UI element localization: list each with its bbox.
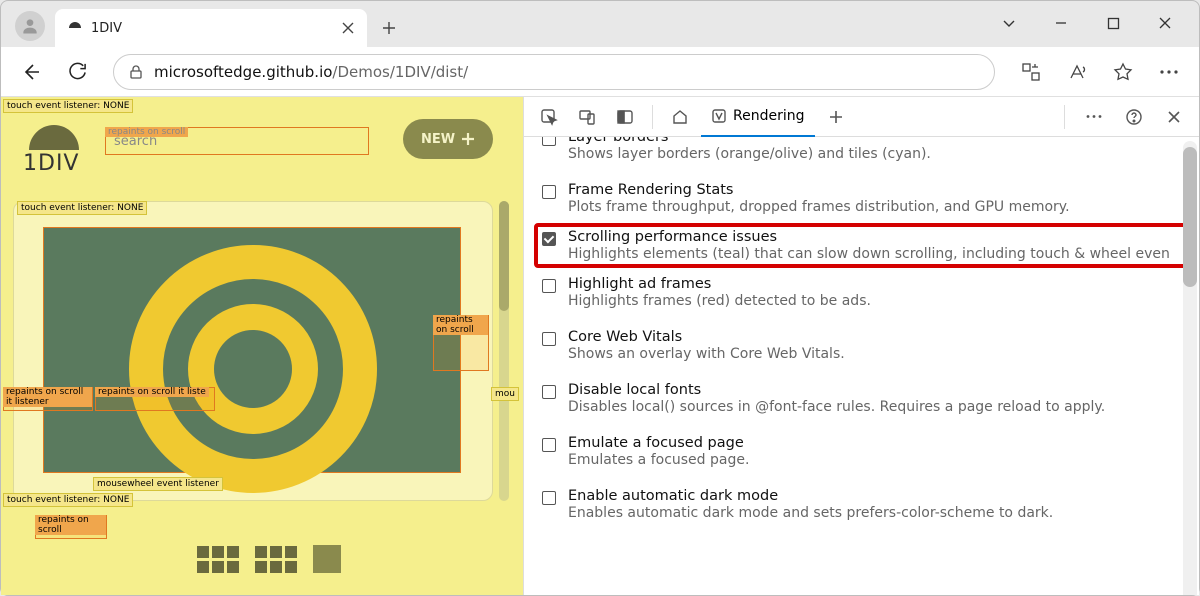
rendering-option: Core Web Vitals Shows an overlay with Co… — [538, 319, 1185, 372]
overlay-repaints: repaints on scroll — [35, 515, 106, 535]
rendering-option: Frame Rendering Stats Plots frame throug… — [538, 172, 1185, 225]
refresh-button[interactable] — [59, 54, 95, 90]
rendering-option: Layer borders Shows layer borders (orang… — [538, 137, 1185, 172]
browser-toolbar: microsoftedge.github.io/Demos/1DIV/dist/ — [1, 47, 1199, 97]
extensions-icon[interactable] — [1013, 54, 1049, 90]
rendering-option: Enable automatic dark mode Enables autom… — [538, 478, 1185, 531]
tab-rendering-label: Rendering — [733, 108, 805, 124]
option-checkbox[interactable] — [542, 385, 556, 399]
option-description: Shows layer borders (orange/olive) and t… — [568, 146, 931, 162]
option-title: Scrolling performance issues — [568, 229, 1170, 245]
profile-avatar[interactable] — [15, 11, 45, 41]
overlay-mou: mou — [491, 387, 519, 401]
rendering-option: Scrolling performance issues Highlights … — [534, 223, 1189, 268]
page-preview: touch event listener: NONE 1DIV search r… — [1, 97, 523, 595]
option-title: Emulate a focused page — [568, 435, 749, 451]
card-scrollbar[interactable] — [499, 201, 509, 501]
address-bar[interactable]: microsoftedge.github.io/Demos/1DIV/dist/ — [113, 54, 995, 90]
option-title: Disable local fonts — [568, 382, 1105, 398]
new-tab-button[interactable] — [373, 12, 405, 44]
url-text: microsoftedge.github.io/Demos/1DIV/dist/ — [154, 63, 468, 81]
overlay-box: repaints on scroll it liste — [95, 387, 215, 411]
overlay-repaints: repaints on scroll — [105, 127, 188, 137]
favorites-icon[interactable] — [1105, 54, 1141, 90]
overlay-box: repaints on scroll it listener — [3, 387, 93, 411]
option-checkbox[interactable] — [542, 332, 556, 346]
device-toggle-icon[interactable] — [570, 100, 604, 134]
option-checkbox[interactable] — [542, 279, 556, 293]
rings-graphic-icon — [129, 245, 377, 493]
tab-title: 1DIV — [91, 21, 333, 36]
option-checkbox[interactable] — [542, 491, 556, 505]
window-controls — [995, 9, 1199, 47]
option-title: Core Web Vitals — [568, 329, 845, 345]
option-checkbox[interactable] — [542, 232, 556, 246]
panel-toggle-icon[interactable] — [608, 100, 642, 134]
minimize-button[interactable] — [1047, 9, 1075, 37]
tab-favicon-icon — [67, 20, 83, 36]
bottom-toolbar — [31, 545, 341, 573]
browser-tab[interactable]: 1DIV — [55, 9, 367, 47]
add-tab-button[interactable] — [819, 100, 853, 134]
overlay-mousewheel: mousewheel event listener — [93, 477, 223, 491]
read-aloud-icon[interactable] — [1059, 54, 1095, 90]
grid-icon[interactable] — [197, 546, 239, 573]
logo-text: 1DIV — [23, 151, 79, 176]
new-button[interactable]: NEW — [403, 119, 493, 159]
more-icon[interactable] — [1077, 100, 1111, 134]
maximize-button[interactable] — [1099, 9, 1127, 37]
option-description: Emulates a focused page. — [568, 452, 749, 468]
caret-down-icon[interactable] — [995, 9, 1023, 37]
help-icon[interactable] — [1117, 100, 1151, 134]
overlay-repaints: repaints on scroll — [433, 315, 488, 335]
overlay-repaints: repaints on scroll it listener — [3, 387, 92, 407]
option-title: Frame Rendering Stats — [568, 182, 1070, 198]
rendering-option: Emulate a focused page Emulates a focuse… — [538, 425, 1185, 478]
option-checkbox[interactable] — [542, 137, 556, 146]
option-description: Highlights frames (red) detected to be a… — [568, 293, 871, 309]
rendering-option: Highlight ad frames Highlights frames (r… — [538, 266, 1185, 319]
close-button[interactable] — [1151, 9, 1179, 37]
option-checkbox[interactable] — [542, 185, 556, 199]
rendering-options-panel: Layer borders Shows layer borders (orang… — [524, 137, 1199, 595]
option-title: Enable automatic dark mode — [568, 488, 1053, 504]
menu-icon[interactable] — [1151, 54, 1187, 90]
inspect-icon[interactable] — [532, 100, 566, 134]
close-devtools-icon[interactable] — [1157, 100, 1191, 134]
lock-icon — [128, 64, 144, 80]
block-icon[interactable] — [313, 545, 341, 573]
rendering-icon — [711, 108, 727, 124]
logo-shape-icon — [29, 125, 79, 150]
overlay-repaints: repaints on scroll it liste — [95, 387, 209, 397]
overlay-box: repaints on scroll — [433, 315, 489, 371]
back-button[interactable] — [13, 54, 49, 90]
new-button-label: NEW — [421, 132, 455, 147]
option-description: Plots frame throughput, dropped frames d… — [568, 199, 1070, 215]
devtools-scrollbar[interactable] — [1183, 141, 1197, 595]
overlay-box: repaints on scroll — [35, 515, 107, 539]
welcome-tab-icon[interactable] — [663, 100, 697, 134]
grid-icon[interactable] — [255, 546, 297, 573]
option-description: Disables local() sources in @font-face r… — [568, 399, 1105, 415]
devtools-tabbar: Rendering — [524, 97, 1199, 137]
option-description: Highlights elements (teal) that can slow… — [568, 246, 1170, 262]
option-title: Layer borders — [568, 137, 931, 145]
tab-close-icon[interactable] — [341, 21, 355, 35]
overlay-touch-listener: touch event listener: NONE — [3, 99, 133, 113]
rendering-option: Disable local fonts Disables local() sou… — [538, 372, 1185, 425]
option-checkbox[interactable] — [542, 438, 556, 452]
option-description: Enables automatic dark mode and sets pre… — [568, 505, 1053, 521]
window-titlebar: 1DIV — [1, 1, 1199, 47]
option-title: Highlight ad frames — [568, 276, 871, 292]
option-description: Shows an overlay with Core Web Vitals. — [568, 346, 845, 362]
overlay-touch-listener: touch event listener: NONE — [3, 493, 133, 507]
devtools-panel: Rendering Layer borders Shows layer bord… — [523, 97, 1199, 595]
search-input[interactable]: search repaints on scroll — [105, 127, 369, 155]
overlay-touch-listener: touch event listener: NONE — [17, 201, 147, 215]
tab-rendering[interactable]: Rendering — [701, 97, 815, 137]
